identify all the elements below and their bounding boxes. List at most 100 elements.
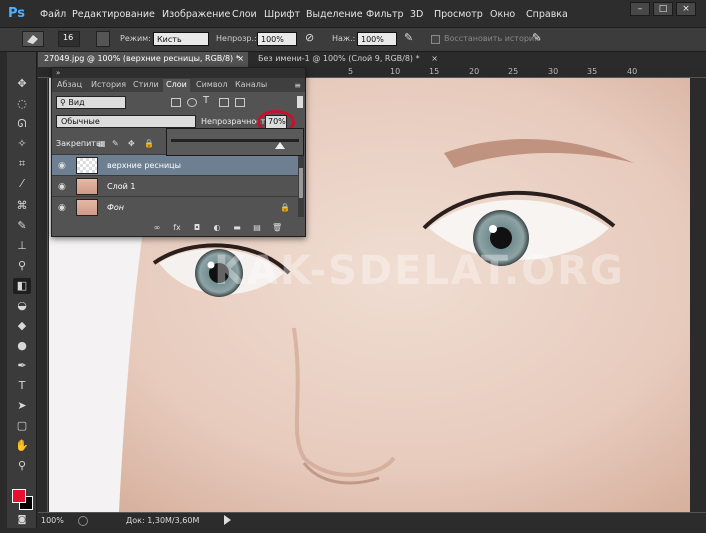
blend-mode-select[interactable]: Обычные [56, 115, 196, 128]
tab-channels[interactable]: Каналы [232, 79, 270, 92]
layers-scrollbar[interactable] [298, 154, 304, 217]
healing-brush-tool-icon[interactable]: ⌘ [13, 198, 31, 214]
lock-pixels-icon[interactable]: ✎ [112, 139, 121, 148]
eraser-tool-icon[interactable]: ◧ [13, 278, 31, 294]
layer-filter-select[interactable]: ⚲ Вид [56, 96, 126, 109]
visibility-eye-icon[interactable]: ◉ [58, 203, 66, 213]
close-icon[interactable]: × [431, 54, 438, 63]
filter-adjustment-icon[interactable] [187, 98, 197, 107]
layer-name: Слой 1 [107, 182, 136, 191]
tab-styles[interactable]: Стили [130, 79, 162, 92]
filter-toggle[interactable] [297, 96, 303, 108]
clone-stamp-tool-icon[interactable]: ⊥ [13, 238, 31, 254]
photoshop-window: Ps Файл Редактирование Изображение Слои … [0, 0, 706, 533]
opacity-field[interactable]: 100% [257, 32, 297, 46]
menu-file[interactable]: Файл [40, 9, 66, 20]
crop-tool-icon[interactable]: ⌗ [13, 156, 31, 172]
minimize-button[interactable]: – [630, 2, 650, 16]
hand-tool-icon[interactable]: ✋ [13, 438, 31, 454]
layer-row[interactable]: ◉ верхние ресницы [52, 154, 298, 175]
status-info-icon[interactable] [78, 516, 88, 526]
add-mask-icon[interactable]: ◘ [192, 223, 202, 233]
new-group-icon[interactable]: ▬ [232, 223, 242, 233]
brush-tool-icon[interactable]: ✎ [13, 218, 31, 234]
filter-pixel-icon[interactable] [171, 98, 181, 107]
menu-help[interactable]: Справка [526, 9, 568, 20]
lock-all-icon[interactable]: 🔒 [144, 139, 154, 148]
menu-type[interactable]: Шрифт [264, 9, 300, 20]
maximize-button[interactable]: □ [653, 2, 673, 16]
tab-untitled-1[interactable]: Без имени-1 @ 100% (Слой 9, RGB/8) * × [252, 52, 442, 67]
canvas-vertical-scrollbar[interactable] [690, 78, 706, 512]
tab-paragraph[interactable]: Абзац [54, 79, 85, 92]
menu-layers[interactable]: Слои [232, 9, 257, 20]
quick-select-tool-icon[interactable]: ✧ [13, 136, 31, 152]
vertical-ruler [38, 78, 48, 512]
menu-window[interactable]: Окно [490, 9, 515, 20]
new-layer-icon[interactable]: ▤ [252, 223, 262, 233]
move-tool-icon[interactable]: ✥ [13, 76, 31, 92]
trash-icon[interactable]: 🗑 [272, 223, 282, 233]
foreground-color-swatch[interactable] [12, 489, 26, 503]
shape-tool-icon[interactable]: ▢ [13, 418, 31, 434]
ruler-tick: 30 [548, 67, 559, 76]
layer-style-icon[interactable]: fx [172, 223, 182, 233]
menu-edit[interactable]: Редактирование [72, 9, 155, 20]
tab-history[interactable]: История [88, 79, 129, 92]
flow-field[interactable]: 100% [357, 32, 397, 46]
link-layers-icon[interactable]: ∞ [152, 223, 162, 233]
type-tool-icon[interactable]: T [13, 378, 31, 394]
blur-tool-icon[interactable]: ◆ [13, 318, 31, 334]
eraser-preset-icon[interactable] [22, 31, 44, 47]
restore-history-checkbox[interactable] [431, 35, 440, 44]
lock-transparent-icon[interactable]: ▦ [98, 139, 107, 148]
airbrush-icon[interactable]: ✎ [404, 31, 418, 47]
airbrush-pressure-icon[interactable]: ⊘ [305, 31, 319, 47]
menu-view[interactable]: Просмотр [434, 9, 483, 20]
panel-menu-icon[interactable]: ≡ [294, 81, 301, 90]
panel-tabs: Абзац История Стили Слои Символ Каналы ≡ [52, 78, 305, 92]
options-bar: 16 Режим: Кисть Непрозр.: 100% ⊘ Наж.: 1… [0, 28, 706, 52]
tab-character[interactable]: Символ [193, 79, 231, 92]
tab-27049[interactable]: 27049.jpg @ 100% (верхние ресницы, RGB/8… [38, 52, 248, 67]
tab-layers[interactable]: Слои [163, 79, 190, 92]
path-select-tool-icon[interactable]: ➤ [13, 398, 31, 414]
marquee-tool-icon[interactable]: ◌ [13, 96, 31, 112]
visibility-eye-icon[interactable]: ◉ [58, 182, 66, 192]
lock-label: Закрепить: [56, 139, 104, 148]
status-menu-arrow-icon[interactable] [224, 515, 231, 525]
layer-row[interactable]: ◉ Слой 1 [52, 175, 298, 196]
lasso-tool-icon[interactable]: ᘏ [13, 116, 31, 132]
zoom-level[interactable]: 100% [41, 516, 64, 525]
tablet-pressure-icon[interactable]: ✎ [532, 31, 546, 47]
brush-size-picker[interactable]: 16 [58, 31, 80, 47]
brush-panel-icon[interactable] [96, 31, 110, 47]
visibility-eye-icon[interactable]: ◉ [58, 161, 66, 171]
menu-image[interactable]: Изображение [162, 9, 230, 20]
layer-thumbnail [76, 178, 98, 195]
lock-position-icon[interactable]: ✥ [128, 139, 137, 148]
menu-3d[interactable]: 3D [410, 9, 423, 20]
layer-row[interactable]: ◉ Фон 🔒 [52, 196, 298, 217]
dodge-tool-icon[interactable]: ● [13, 338, 31, 354]
mode-select[interactable]: Кисть [153, 32, 209, 46]
filter-smart-object-icon[interactable] [235, 98, 245, 107]
filter-type-icon[interactable]: T [203, 95, 213, 106]
flow-label: Наж.: [332, 34, 356, 43]
paint-bucket-tool-icon[interactable]: ◒ [13, 298, 31, 314]
close-icon[interactable]: × [237, 54, 244, 63]
zoom-tool-icon[interactable]: ⚲ [13, 458, 31, 474]
collapse-icon[interactable]: » [56, 69, 60, 77]
quick-mask-icon[interactable]: ◙ [13, 512, 31, 528]
history-brush-tool-icon[interactable]: ⚲ [13, 258, 31, 274]
pen-tool-icon[interactable]: ✒ [13, 358, 31, 374]
adjustment-layer-icon[interactable]: ◐ [212, 223, 222, 233]
filter-shape-icon[interactable] [219, 98, 229, 107]
layer-name: Фон [107, 203, 125, 212]
ruler-tick: 15 [429, 67, 440, 76]
close-button[interactable]: × [676, 2, 696, 16]
menu-filter[interactable]: Фильтр [366, 9, 404, 20]
opacity-slider-thumb[interactable] [275, 142, 285, 149]
eyedropper-tool-icon[interactable]: ⁄ [13, 176, 31, 192]
menu-select[interactable]: Выделение [306, 9, 363, 20]
